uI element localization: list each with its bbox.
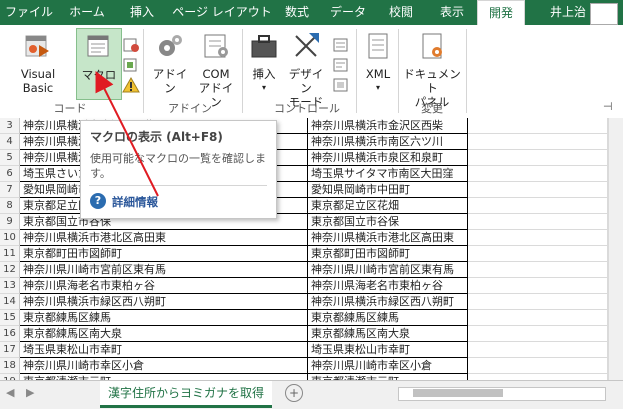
horizontal-scrollbar[interactable] — [398, 387, 606, 401]
annotation-arrow — [95, 71, 159, 197]
sheet-tab[interactable]: 漢字住所からヨミガナを取得 — [100, 381, 272, 408]
add-sheet-icon[interactable]: + — [285, 384, 303, 402]
next-sheet-icon[interactable]: ▶ — [26, 386, 34, 399]
scroll-thumb[interactable] — [413, 389, 503, 397]
sheet-tab-bar: ◀ ▶ 漢字住所からヨミガナを取得 + — [0, 380, 623, 409]
prev-sheet-icon[interactable]: ◀ — [6, 386, 14, 399]
